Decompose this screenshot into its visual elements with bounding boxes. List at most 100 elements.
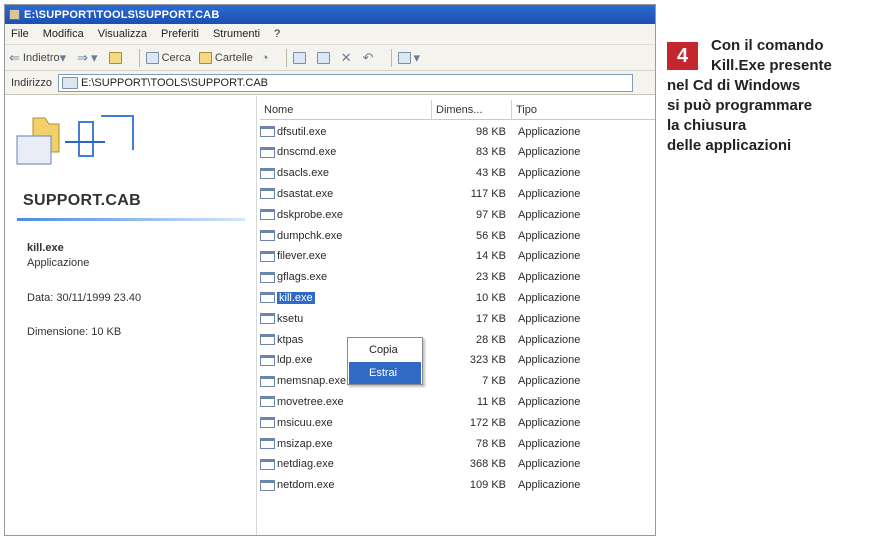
file-name: kill.exe [277, 291, 315, 304]
file-row[interactable]: kill.exe 10 KB Applicazione [260, 289, 655, 306]
menu-strumenti[interactable]: Strumenti [213, 28, 260, 40]
undo-button[interactable]: ↶ [362, 49, 377, 65]
title-bar[interactable]: E:\SUPPORT\TOOLS\SUPPORT.CAB [5, 5, 655, 24]
search-icon [145, 51, 159, 64]
file-row[interactable]: dnscmd.exe 83 KB Applicazione [260, 144, 655, 161]
application-icon [260, 167, 275, 179]
cabinet-icon [61, 76, 78, 89]
context-menu-extract[interactable]: Estrai [349, 362, 421, 384]
file-name: ldp.exe [277, 354, 313, 367]
folders-label: Cartelle [214, 51, 253, 64]
forward-button[interactable]: ⇒ ▾ [77, 51, 100, 64]
file-name: dfsutil.exe [277, 125, 327, 138]
column-header-type[interactable]: Tipo [512, 100, 655, 120]
file-size: 14 KB [476, 250, 506, 263]
caption-line: si può programmare [667, 97, 813, 114]
file-row[interactable]: netdom.exe 109 KB Applicazione [260, 477, 655, 494]
file-row[interactable]: memsnap.exe 7 KB Applicazione [260, 373, 655, 390]
file-size: 323 KB [469, 354, 506, 367]
file-size: 43 KB [476, 167, 506, 180]
caption-line: Kill.Exe presente [711, 57, 832, 74]
file-type: Applicazione [518, 125, 581, 138]
toolbar-separator [285, 48, 287, 67]
move-to-button[interactable] [292, 51, 309, 64]
file-size: 97 KB [476, 208, 506, 221]
application-icon [260, 438, 275, 449]
file-name: dsastat.exe [277, 187, 334, 200]
title-divider [17, 218, 245, 221]
search-button[interactable]: Cerca [145, 51, 191, 64]
caption-line: Con il comando [711, 37, 824, 54]
folders-icon [198, 51, 212, 64]
file-row[interactable]: dsacls.exe 43 KB Applicazione [260, 165, 655, 182]
file-row[interactable]: movetree.exe 11 KB Applicazione [260, 393, 655, 410]
file-row[interactable]: netdiag.exe 368 KB Applicazione [260, 456, 655, 473]
file-type: Applicazione [518, 333, 581, 346]
caption-line: nel Cd di Windows [667, 77, 801, 94]
file-row[interactable]: dsastat.exe 117 KB Applicazione [260, 185, 655, 202]
selected-file-date: Data: 30/11/1999 23.40 [27, 292, 142, 304]
menu-file[interactable]: File [11, 28, 29, 40]
file-row[interactable]: msicuu.exe 172 KB Applicazione [260, 414, 655, 431]
file-name-cell: dfsutil.exe [260, 126, 432, 138]
file-type: Applicazione [518, 229, 581, 242]
file-name-cell: kill.exe [260, 291, 432, 304]
column-header-size[interactable]: Dimens... [432, 100, 512, 120]
views-button[interactable]: ▾ [397, 51, 424, 64]
file-size: 23 KB [476, 271, 506, 284]
address-bar: Indirizzo E:\SUPPORT\TOOLS\SUPPORT.CAB [5, 71, 655, 95]
history-button[interactable]: ◔ [260, 49, 272, 65]
copy-to-button[interactable] [316, 51, 333, 64]
file-row[interactable]: gflags.exe 23 KB Applicazione [260, 269, 655, 286]
file-row[interactable]: ktpas 28 KB Applicazione [260, 331, 655, 348]
file-row[interactable]: dumpchk.exe 56 KB Applicazione [260, 227, 655, 244]
application-icon [260, 126, 275, 137]
context-menu-copy[interactable]: Copia [349, 339, 421, 361]
address-value: E:\SUPPORT\TOOLS\SUPPORT.CAB [80, 76, 269, 89]
file-row[interactable]: msizap.exe 78 KB Applicazione [260, 435, 655, 452]
application-icon [260, 417, 275, 429]
file-size: 117 KB [470, 187, 506, 200]
delete-icon: ✕ [340, 49, 352, 65]
caption-line: delle applicazioni [667, 137, 792, 154]
file-row[interactable]: dskprobe.exe 97 KB Applicazione [260, 206, 655, 223]
file-size: 17 KB [476, 312, 506, 325]
file-name: filever.exe [277, 250, 327, 263]
file-row[interactable]: ldp.exe 323 KB Applicazione [260, 352, 655, 369]
file-type: Applicazione [518, 208, 581, 221]
file-name-cell: netdiag.exe [260, 458, 432, 470]
file-name-cell: msizap.exe [260, 438, 432, 450]
menu-visualizza[interactable]: Visualizza [98, 28, 147, 40]
up-folder-button[interactable] [108, 51, 125, 64]
column-headers: Nome Dimens... Tipo [260, 100, 655, 120]
address-field[interactable]: E:\SUPPORT\TOOLS\SUPPORT.CAB [57, 73, 633, 92]
search-label: Cerca [161, 51, 191, 64]
undo-icon: ↶ [362, 49, 374, 65]
column-header-name[interactable]: Nome [260, 100, 432, 120]
window-title: E:\SUPPORT\TOOLS\SUPPORT.CAB [24, 8, 220, 21]
menu-modifica[interactable]: Modifica [43, 28, 84, 40]
file-size: 109 KB [469, 479, 506, 492]
file-type: Applicazione [518, 167, 581, 180]
back-button[interactable]: ⇐ Indietro ▾ [9, 51, 69, 64]
file-type: Applicazione [518, 354, 581, 367]
menu-preferiti[interactable]: Preferiti [161, 28, 199, 40]
file-row[interactable]: dfsutil.exe 98 KB Applicazione [260, 123, 655, 140]
menu-help[interactable]: ? [274, 28, 280, 40]
file-name-cell: dumpchk.exe [260, 230, 432, 242]
file-name: msicuu.exe [277, 416, 333, 429]
delete-button[interactable]: ✕ [340, 49, 355, 65]
folders-button[interactable]: Cartelle [198, 51, 253, 64]
file-type: Applicazione [518, 291, 581, 304]
file-name: dnscmd.exe [277, 146, 337, 159]
file-name-cell: netdom.exe [260, 479, 432, 491]
file-row[interactable]: ksetu 17 KB Applicazione [260, 310, 655, 327]
file-list: Nome Dimens... Tipo dfsutil.exe 98 KB Appl… [257, 96, 655, 535]
caption-panel: 4 Con il comando Kill.Exe presente nel C… [663, 32, 878, 202]
history-icon: ◔ [260, 49, 269, 65]
file-name-cell: dsastat.exe [260, 188, 432, 200]
application-icon [260, 250, 275, 262]
file-name: ktpas [277, 333, 304, 346]
file-name: dumpchk.exe [277, 229, 343, 242]
file-row[interactable]: filever.exe 14 KB Applicazione [260, 248, 655, 265]
